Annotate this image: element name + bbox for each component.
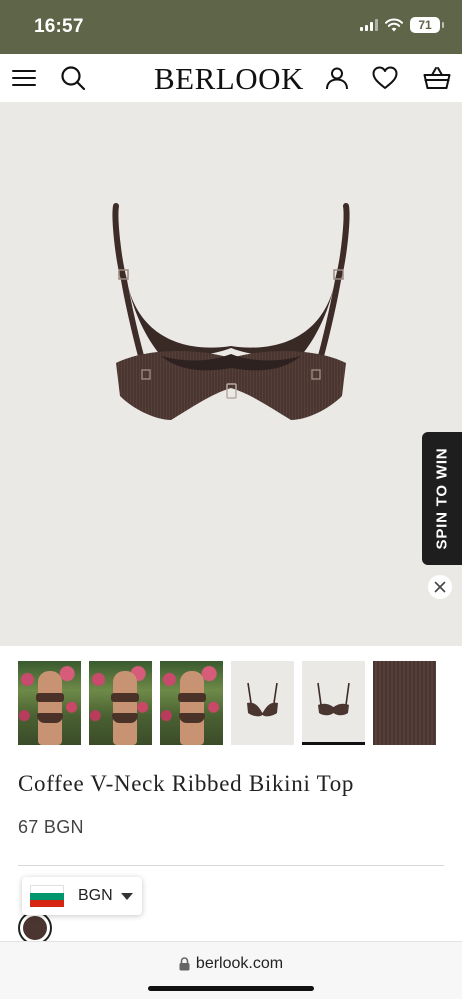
- thumbnail-product-back[interactable]: [302, 661, 365, 745]
- currency-selector[interactable]: BGN: [22, 877, 142, 915]
- menu-icon[interactable]: [8, 62, 40, 94]
- caret-down-icon: [120, 892, 133, 900]
- color-swatch-coffee[interactable]: [18, 911, 52, 945]
- product-price: 67 BGN: [18, 817, 84, 837]
- spin-to-win-tab[interactable]: SPIN TO WIN: [422, 432, 462, 565]
- url-display[interactable]: berlook.com: [0, 955, 462, 973]
- status-icons: 71: [360, 17, 444, 33]
- wifi-icon: [385, 18, 403, 32]
- thumbnail-fabric-texture[interactable]: [373, 661, 436, 745]
- home-indicator[interactable]: [148, 986, 314, 991]
- currency-code: BGN: [78, 887, 113, 904]
- battery-icon: 71: [410, 17, 444, 33]
- thumbnail-strip: [18, 661, 448, 745]
- divider: [18, 865, 444, 866]
- status-bar: 16:57 71: [0, 0, 462, 54]
- thumbnail-lifestyle-3[interactable]: [160, 661, 223, 745]
- bikini-top-back-image: [112, 203, 350, 420]
- browser-address-bar[interactable]: berlook.com: [0, 941, 462, 999]
- thumbnail-lifestyle-1[interactable]: [18, 661, 81, 745]
- url-text: berlook.com: [195, 955, 284, 972]
- site-header: BERLOOK: [0, 54, 462, 102]
- search-icon[interactable]: [57, 62, 89, 94]
- cart-basket-icon[interactable]: [421, 62, 453, 94]
- product-hero-image[interactable]: SPIN TO WIN: [0, 102, 462, 646]
- spin-to-win-label: SPIN TO WIN: [433, 447, 451, 550]
- thumbnail-product-front[interactable]: [231, 661, 294, 745]
- site-logo[interactable]: BERLOOK: [154, 61, 304, 97]
- thumbnail-lifestyle-2[interactable]: [89, 661, 152, 745]
- status-time: 16:57: [34, 16, 84, 37]
- bulgaria-flag-icon: [30, 885, 64, 907]
- signal-icon: [360, 19, 378, 31]
- wishlist-heart-icon[interactable]: [369, 62, 401, 94]
- lock-icon: [179, 957, 190, 971]
- product-title: Coffee V-Neck Ribbed Bikini Top: [18, 771, 355, 796]
- account-icon[interactable]: [321, 62, 353, 94]
- close-icon[interactable]: [428, 575, 452, 599]
